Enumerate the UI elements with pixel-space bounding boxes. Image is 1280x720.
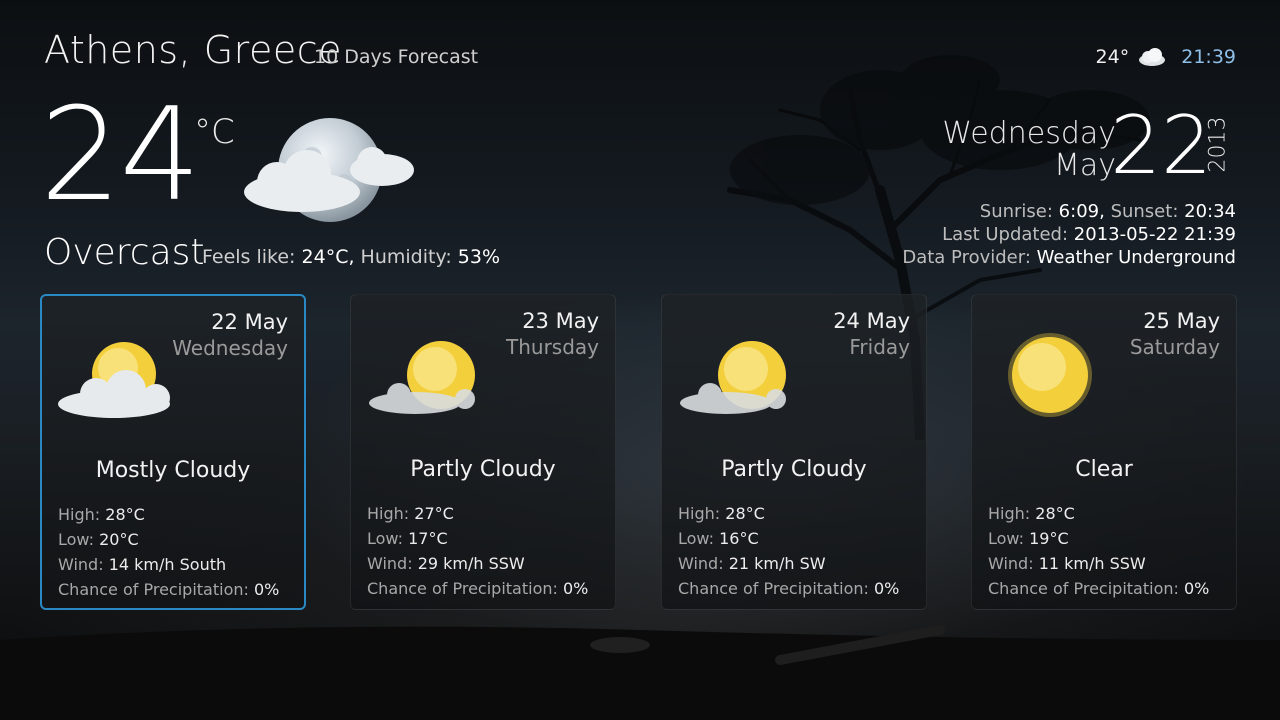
card-details: High: 28°C Low: 20°C Wind: 14 km/h South… [58, 502, 279, 602]
sun-cloud-icon [680, 341, 786, 414]
low-label: Low: [678, 529, 715, 548]
card-details: High: 28°C Low: 19°C Wind: 11 km/h SSW C… [988, 501, 1209, 601]
card-weekday: Friday [849, 335, 910, 359]
wind-value: 29 km/h SSW [417, 554, 525, 573]
forecast-card-3[interactable]: 24 May Friday Partly Cloudy High: 28°C L… [661, 294, 927, 610]
low-value: 17°C [408, 529, 448, 548]
card-weekday: Wednesday [172, 336, 288, 360]
date-day-number: 22 [1110, 99, 1212, 192]
high-value: 28°C [1035, 504, 1075, 523]
sunrise-value: 6:09, [1058, 201, 1105, 222]
date-weekday: Wednesday [942, 116, 1116, 151]
high-value: 28°C [105, 505, 145, 524]
high-label: High: [678, 504, 721, 523]
sunset-value: 20:34 [1184, 201, 1236, 222]
low-label: Low: [367, 529, 404, 548]
forecast-card-2[interactable]: 23 May Thursday Partly Cloudy High: 27°C… [350, 294, 616, 610]
date-year: 2013 [1205, 116, 1231, 173]
clock-time: 21:39 [1181, 46, 1236, 68]
forecast-card-4[interactable]: 25 May Saturday Clear High: 28°C Low: 19… [971, 294, 1237, 610]
card-details: High: 28°C Low: 16°C Wind: 21 km/h SW Ch… [678, 501, 899, 601]
last-updated-value: 2013-05-22 21:39 [1073, 224, 1236, 245]
date-display: Wednesday May 22 2013 [936, 106, 1236, 192]
forecast-subtitle: 10 Days Forecast [314, 46, 479, 68]
precip-label: Chance of Precipitation: [678, 579, 869, 598]
card-condition: Mostly Cloudy [95, 458, 251, 483]
low-label: Low: [988, 529, 1025, 548]
high-label: High: [988, 504, 1031, 523]
wind-value: 21 km/h SW [728, 554, 826, 573]
card-weekday: Saturday [1129, 335, 1220, 359]
precip-value: 0% [873, 579, 900, 598]
moon-cloud-icon [244, 118, 414, 222]
data-provider-line: Data Provider: Weather Underground [902, 246, 1236, 269]
humidity-label: Humidity: [360, 246, 452, 268]
temperature-unit: °C [194, 112, 235, 152]
high-value: 28°C [725, 504, 765, 523]
current-condition: Overcast [44, 232, 205, 273]
card-date: 23 May [522, 309, 599, 333]
low-value: 16°C [719, 529, 759, 548]
card-date: 25 May [1143, 309, 1220, 333]
card-details: High: 27°C Low: 17°C Wind: 29 km/h SSW C… [367, 501, 588, 601]
status-bar: 24° 21:39 [1096, 46, 1236, 68]
sunset-label: Sunset: [1110, 201, 1179, 222]
feels-like-label: Feels like: [202, 246, 296, 268]
low-value: 20°C [99, 530, 139, 549]
sun-info: Sunrise: 6:09, Sunset: 20:34 Last Update… [902, 200, 1236, 269]
wind-value: 14 km/h South [108, 555, 227, 574]
high-value: 27°C [414, 504, 454, 523]
data-provider-value: Weather Underground [1036, 247, 1236, 268]
low-label: Low: [58, 530, 95, 549]
forecast-card-1[interactable]: 22 May Wednesday Mostly Cloudy High: 28°… [40, 294, 306, 610]
wind-label: Wind: [58, 555, 104, 574]
precip-value: 0% [253, 580, 280, 599]
sun-cloud-icon [369, 341, 475, 414]
high-label: High: [367, 504, 410, 523]
current-temperature: 24 [40, 81, 201, 230]
high-label: High: [58, 505, 101, 524]
status-temp: 24° [1095, 46, 1130, 68]
humidity-value: 53% [457, 246, 500, 268]
card-condition: Clear [1075, 457, 1133, 482]
data-provider-label: Data Provider: [902, 247, 1031, 268]
sunrise-label: Sunrise: [979, 201, 1053, 222]
card-condition: Partly Cloudy [721, 457, 867, 482]
sun-times-line: Sunrise: 6:09, Sunset: 20:34 [902, 200, 1236, 223]
card-condition: Partly Cloudy [410, 457, 556, 482]
sun-cloud-icon [58, 342, 170, 418]
current-details: Feels like: 24°C, Humidity: 53% [202, 246, 500, 268]
low-value: 19°C [1029, 529, 1069, 548]
precip-label: Chance of Precipitation: [367, 579, 558, 598]
card-date: 22 May [211, 310, 288, 334]
city-title: Athens, Greece [44, 28, 342, 72]
cloud-icon [1139, 48, 1166, 66]
precip-value: 0% [1183, 579, 1210, 598]
sun-icon [1008, 333, 1092, 417]
background-shore [0, 625, 1280, 720]
feels-like-value: 24°C, [301, 246, 355, 268]
card-date: 24 May [833, 309, 910, 333]
wind-label: Wind: [988, 554, 1034, 573]
wind-label: Wind: [678, 554, 724, 573]
wind-value: 11 km/h SSW [1038, 554, 1146, 573]
precip-label: Chance of Precipitation: [988, 579, 1179, 598]
card-weekday: Thursday [506, 335, 599, 359]
wind-label: Wind: [367, 554, 413, 573]
last-updated-line: Last Updated: 2013-05-22 21:39 [902, 223, 1236, 246]
date-month: May [1053, 148, 1116, 183]
precip-label: Chance of Precipitation: [58, 580, 249, 599]
precip-value: 0% [562, 579, 589, 598]
last-updated-label: Last Updated: [942, 224, 1069, 245]
